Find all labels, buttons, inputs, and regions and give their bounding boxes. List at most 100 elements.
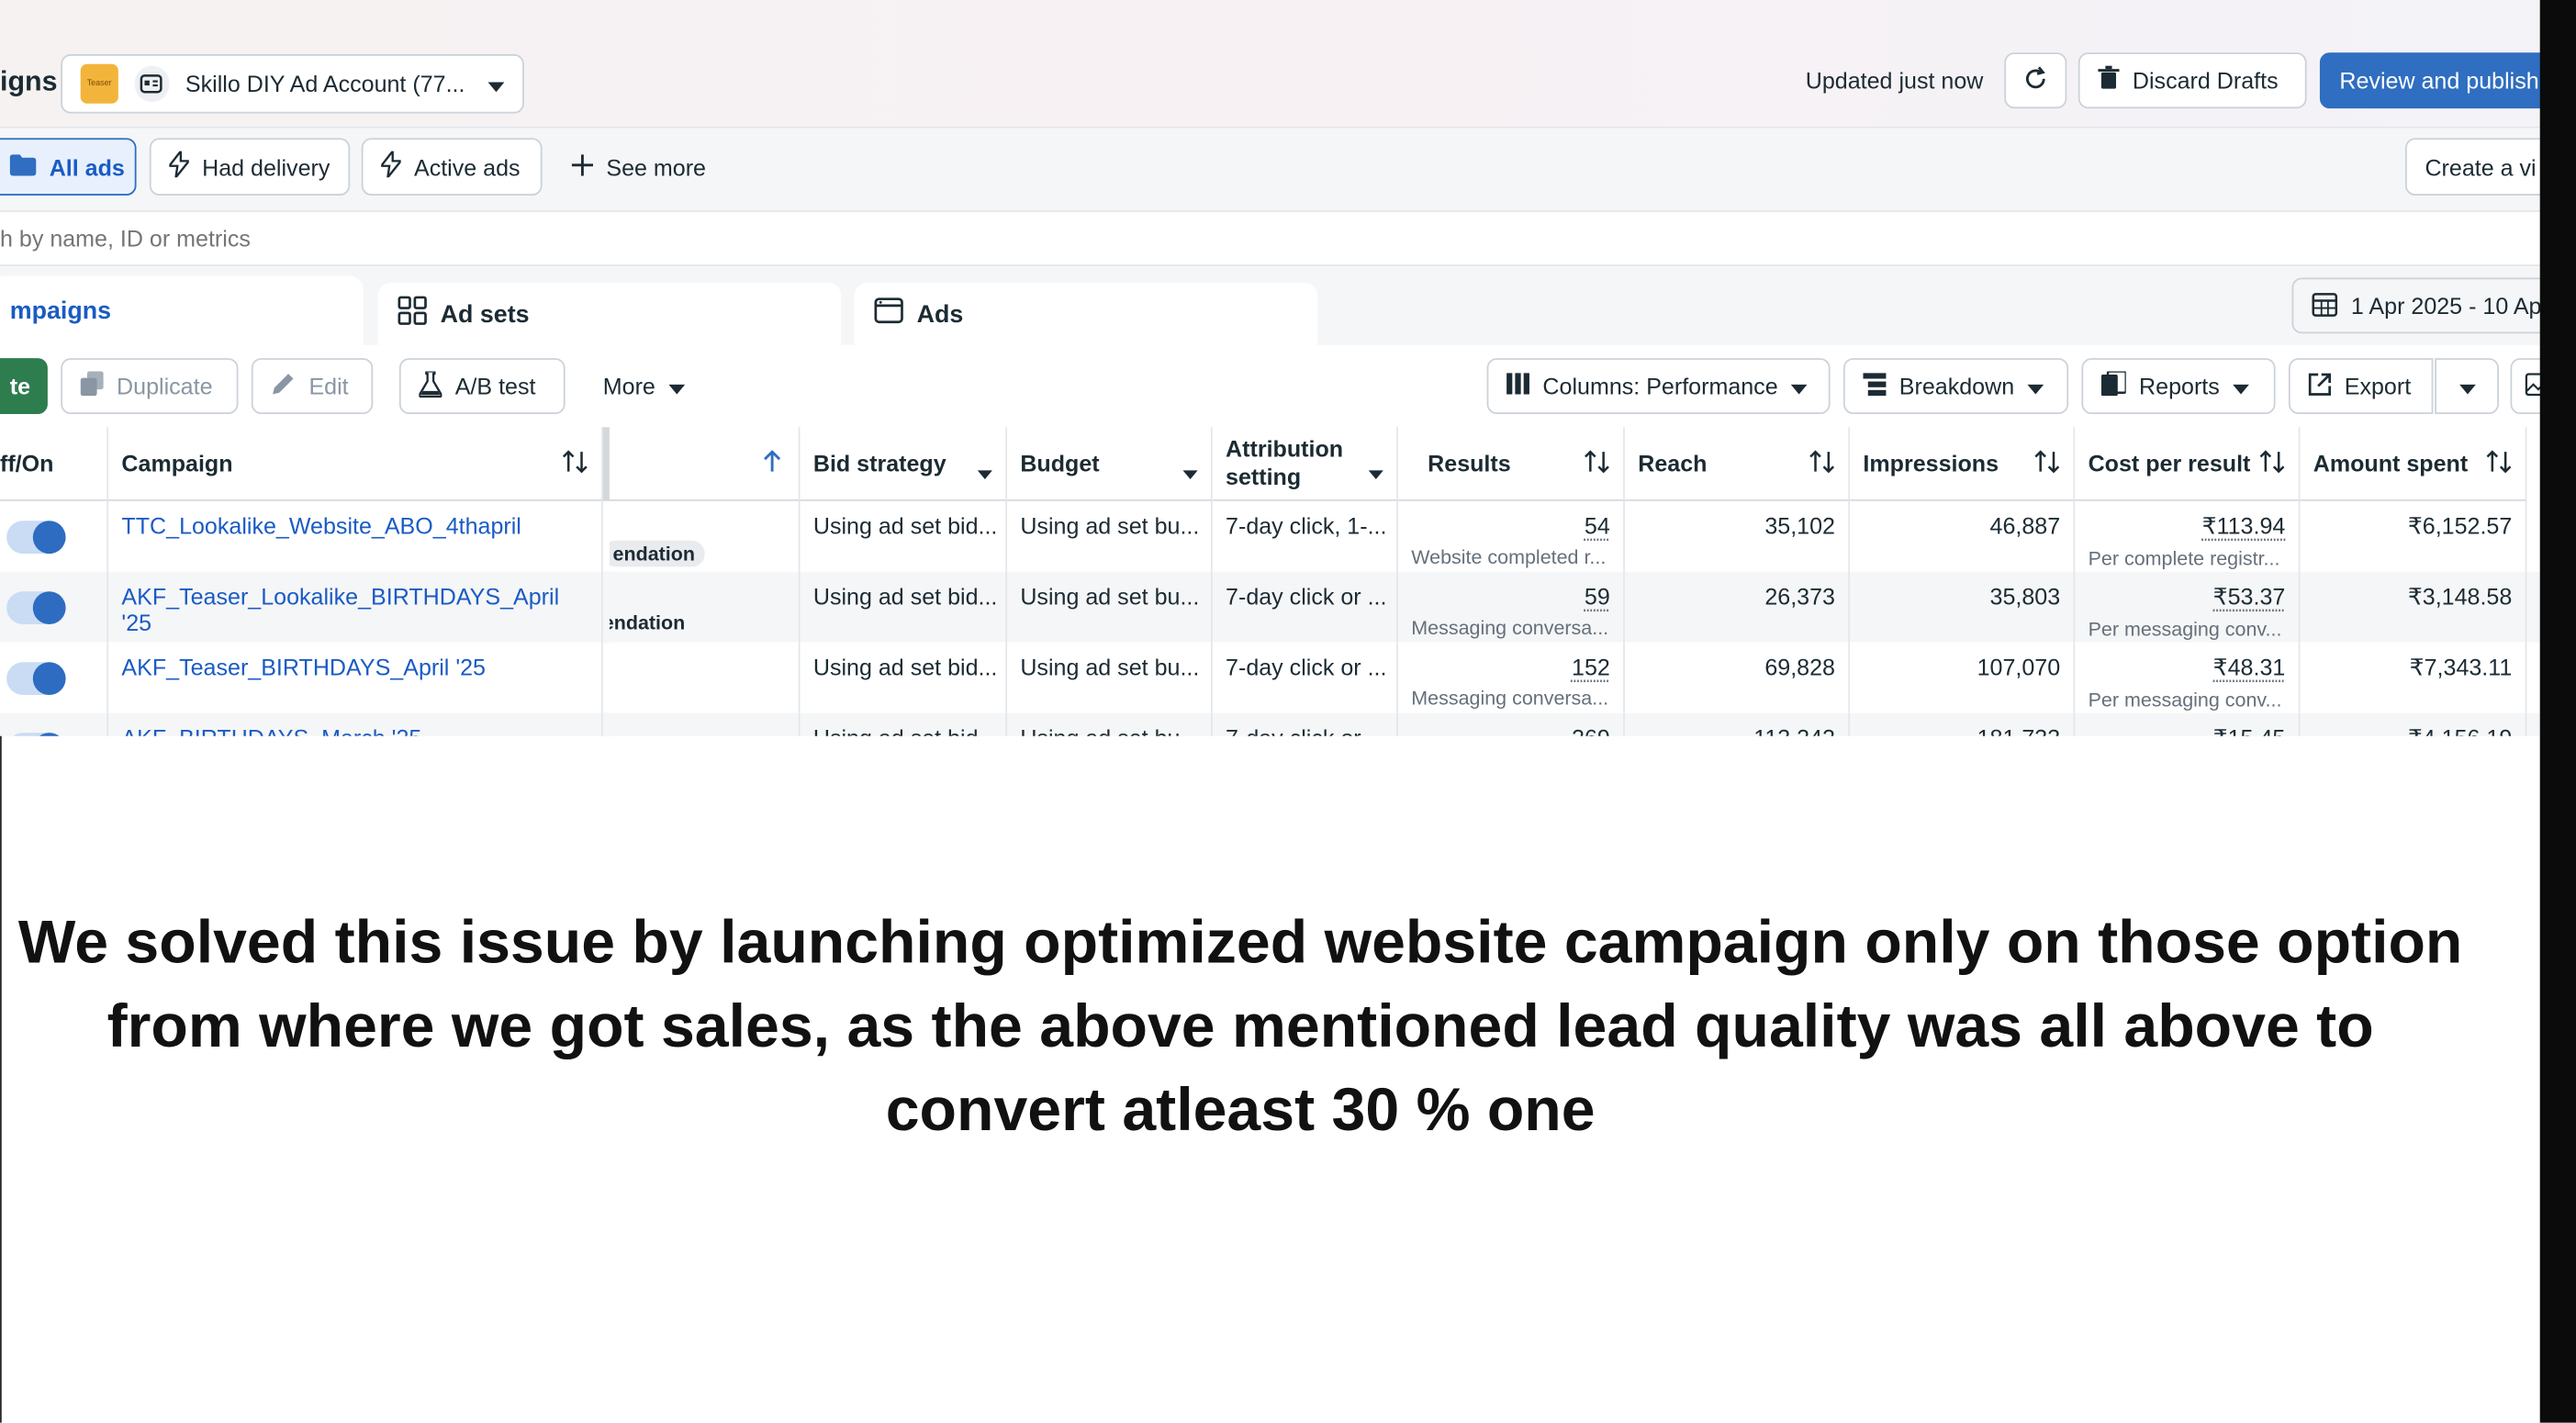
toggle-knob	[32, 733, 66, 736]
column-header-amount-spent[interactable]: Amount spent	[2300, 427, 2527, 501]
see-more-button[interactable]: See more	[571, 154, 706, 181]
tab-ads[interactable]: Ads	[854, 282, 1318, 345]
review-publish-button[interactable]: Review and publish	[2319, 52, 2567, 109]
chevron-down-icon	[668, 373, 686, 399]
bid-strategy-cell: Using ad set bid...	[801, 500, 1008, 572]
column-header-reach[interactable]: Reach	[1624, 427, 1851, 501]
filter-had-delivery[interactable]: Had delivery	[149, 138, 351, 196]
ab-test-button[interactable]: A/B test	[398, 358, 566, 414]
table-row[interactable]: AKF_BIRTHDAYS_March '25 Using ad set bid…	[0, 712, 2540, 736]
delivery-cell	[610, 642, 801, 713]
create-label: te	[9, 373, 31, 399]
ad-window-icon	[874, 297, 903, 331]
campaign-toggle[interactable]	[6, 662, 66, 696]
duplicate-button[interactable]: Duplicate	[61, 358, 239, 414]
edit-button[interactable]: Edit	[251, 358, 374, 414]
bid-strategy-cell: Using ad set bid...	[801, 642, 1008, 713]
bid-strategy-cell: Using ad set bid...	[801, 571, 1008, 643]
budget-cell: Using ad set bu...	[1007, 500, 1213, 572]
filter-active-ads[interactable]: Active ads	[361, 138, 543, 196]
column-header-campaign[interactable]: Campaign	[108, 427, 603, 501]
discard-drafts-button[interactable]: Discard Drafts	[2078, 52, 2307, 109]
column-header-bid-strategy[interactable]: Bid strategy	[800, 427, 1008, 501]
table-row[interactable]: AKF_Teaser_BIRTHDAYS_April '25 Using ad …	[0, 642, 2540, 713]
export-dropdown-button[interactable]	[2435, 358, 2499, 414]
campaign-name-link[interactable]: TTC_Lookalike_Website_ABO_4thapril	[108, 500, 603, 572]
lightning-icon	[378, 148, 404, 183]
cost-value[interactable]: ₹113.94	[2089, 512, 2286, 540]
toggle-cell	[0, 642, 109, 713]
caption-line: from where we got sales, as the above me…	[106, 992, 2374, 1060]
results-value[interactable]: 59	[1411, 583, 1610, 610]
calendar-icon	[2312, 290, 2338, 321]
chevron-down-icon	[487, 71, 505, 97]
columns-button[interactable]: Columns: Performance	[1486, 358, 1831, 414]
caption-line: We solved this issue by launching optimi…	[17, 908, 2463, 977]
table-row[interactable]: TTC_Lookalike_Website_ABO_4thapril endat…	[0, 500, 2540, 572]
column-header-impressions[interactable]: Impressions	[1850, 427, 2076, 501]
column-header-delivery[interactable]	[609, 427, 801, 501]
column-header-budget[interactable]: Budget	[1007, 427, 1213, 501]
cost-per-result-cell: ₹15.45	[2075, 712, 2301, 736]
sort-icon	[2486, 450, 2513, 479]
create-button[interactable]: te	[0, 358, 48, 414]
column-header-label: Amount spent	[2313, 449, 2469, 476]
account-selector[interactable]: Teaser Skillo DIY Ad Account (77...	[61, 54, 524, 114]
results-value[interactable]: 152	[1411, 654, 1610, 680]
column-header-results[interactable]: Results	[1397, 427, 1625, 501]
filter-active-ads-label: Active ads	[413, 153, 521, 180]
column-header-label: Bid strategy	[812, 449, 946, 476]
sort-icon	[1809, 450, 1835, 479]
campaign-toggle[interactable]	[6, 733, 66, 736]
export-button[interactable]: Export	[2288, 358, 2434, 414]
toggle-knob	[32, 591, 66, 625]
reports-button[interactable]: Reports	[2081, 358, 2276, 414]
flask-icon	[418, 369, 442, 402]
ab-test-label: A/B test	[454, 373, 536, 399]
column-header-off-on[interactable]: ff/On	[0, 427, 109, 501]
results-type: Website completed r...	[1411, 545, 1607, 569]
amount-spent-cell: ₹6,152.57	[2300, 500, 2527, 572]
campaign-toggle[interactable]	[6, 591, 66, 625]
tab-campaigns[interactable]: mpaigns	[0, 275, 364, 345]
chevron-down-icon	[977, 458, 992, 486]
budget-cell: Using ad set bu...	[1007, 712, 1213, 736]
column-header-cost-per-result[interactable]: Cost per result	[2075, 427, 2301, 501]
campaign-toggle[interactable]	[6, 521, 66, 555]
cost-value[interactable]: ₹53.37	[2089, 583, 2286, 611]
cost-type: Per messaging conv...	[2088, 688, 2282, 712]
date-range-picker[interactable]: 1 Apr 2025 - 10 Apr	[2291, 277, 2571, 334]
breakdown-button[interactable]: Breakdown	[1842, 358, 2069, 414]
campaign-name-link[interactable]: AKF_Teaser_BIRTHDAYS_April '25	[108, 642, 603, 713]
filter-all-ads[interactable]: All ads	[0, 138, 137, 196]
column-header-label: Results	[1428, 449, 1511, 476]
updated-status: Updated just now	[1805, 67, 1984, 95]
see-more-label: See more	[606, 154, 706, 181]
column-header-label: setting	[1226, 463, 1302, 490]
tab-ad-sets[interactable]: Ad sets	[377, 282, 842, 345]
results-cell: 59 Messaging conversa...	[1398, 571, 1625, 643]
results-cell: 54 Website completed r...	[1398, 500, 1625, 572]
search-input[interactable]	[0, 219, 1315, 257]
results-value[interactable]: 54	[1411, 512, 1610, 539]
grid-icon	[398, 296, 427, 331]
column-header-label: Impressions	[1863, 449, 1999, 476]
refresh-button[interactable]	[2004, 52, 2067, 109]
cost-per-result-cell: ₹48.31 Per messaging conv...	[2075, 642, 2301, 713]
right-edge-strip	[2539, 0, 2576, 1423]
campaign-name-link[interactable]: AKF_Teaser_Lookalike_BIRTHDAYS_April '25	[108, 571, 603, 643]
attribution-cell: 7-day click or ...	[1213, 571, 1398, 643]
account-icon	[134, 65, 170, 102]
chevron-down-icon	[2458, 373, 2476, 399]
toggle-knob	[32, 662, 66, 696]
toggle-knob	[32, 521, 66, 555]
reach-cell: 35,102	[1625, 500, 1851, 572]
table-row[interactable]: AKF_Teaser_Lookalike_BIRTHDAYS_April '25…	[0, 571, 2540, 643]
impressions-cell: 107,070	[1850, 642, 2076, 713]
cost-value[interactable]: ₹48.31	[2089, 654, 2286, 681]
campaign-name-link[interactable]: AKF_BIRTHDAYS_March '25	[108, 712, 603, 736]
column-header-attribution[interactable]: Attribution setting	[1212, 427, 1398, 501]
chevron-down-icon	[1182, 458, 1198, 486]
more-menu-button[interactable]: More	[603, 373, 686, 399]
column-header-label: Budget	[1020, 449, 1100, 476]
